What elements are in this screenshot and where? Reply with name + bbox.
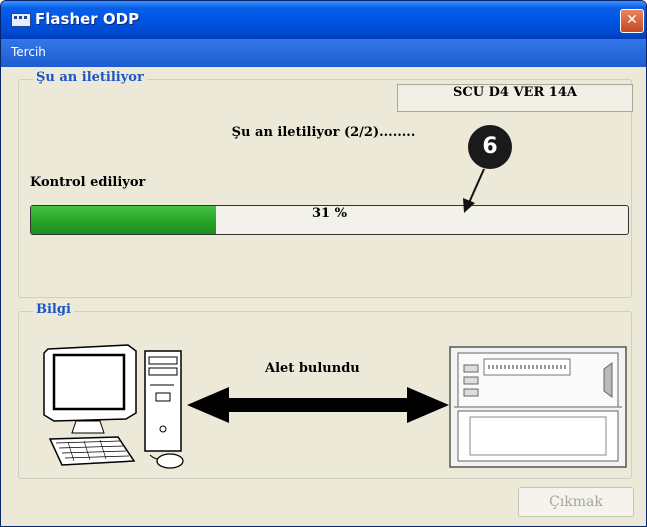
info-group-legend: Bilgi [33,302,74,317]
app-window-icon [11,13,31,27]
window-title: Flasher ODP [35,10,140,28]
double-arrow-icon [187,387,449,423]
device-found-label: Alet bulundu [265,361,360,376]
application-window: Flasher ODP ✕ Tercih Şu an iletiliyor SC… [0,0,647,527]
menu-item-tercih[interactable]: Tercih [11,45,46,59]
menu-bar: Tercih [1,39,646,67]
close-icon: ✕ [626,12,638,28]
close-button[interactable]: ✕ [620,9,644,33]
computer-icon [43,344,184,469]
exit-button[interactable]: Çıkmak [518,487,634,517]
window-content: Şu an iletiliyor SCU D4 VER 14A Şu an il… [5,67,642,522]
title-bar[interactable]: Flasher ODP ✕ [1,1,646,39]
callout-arrow-icon [463,168,485,213]
device-icon [449,346,627,468]
